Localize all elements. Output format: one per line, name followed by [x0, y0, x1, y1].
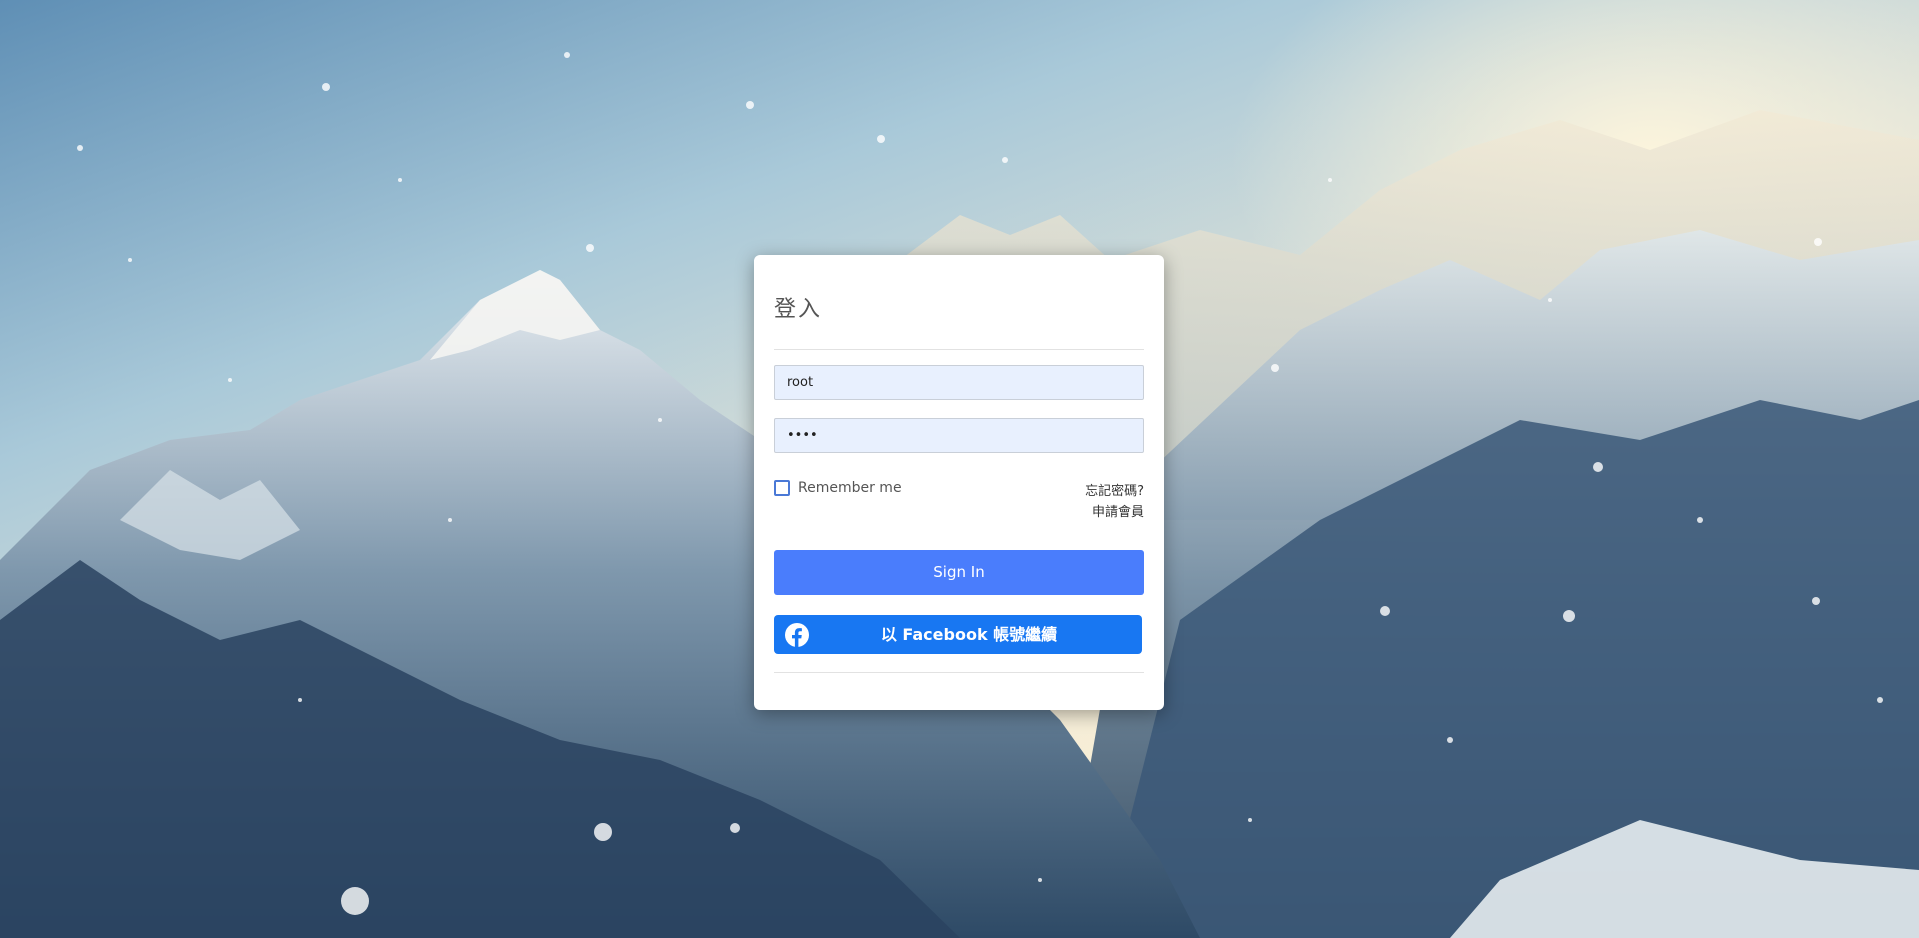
bottom-divider	[774, 672, 1144, 673]
username-input[interactable]: root	[774, 365, 1144, 400]
password-input[interactable]: ••••	[774, 418, 1144, 453]
register-link[interactable]: 申請會員	[1085, 502, 1144, 523]
remember-me-label[interactable]: Remember me	[798, 480, 902, 496]
facebook-login-button[interactable]: 以 Facebook 帳號繼續	[774, 615, 1142, 654]
page-title: 登入	[774, 297, 823, 322]
login-card: 登入 root •••• Remember me 忘記密碼? 申請會員 Sign…	[754, 255, 1164, 710]
title-divider	[774, 349, 1144, 350]
remember-me-control[interactable]: Remember me	[774, 480, 902, 496]
sign-in-button[interactable]: Sign In	[774, 550, 1144, 595]
facebook-login-label: 以 Facebook 帳號繼續	[880, 625, 1058, 644]
remember-me-checkbox[interactable]	[774, 480, 790, 496]
forgot-password-link[interactable]: 忘記密碼?	[1085, 481, 1144, 502]
account-links: 忘記密碼? 申請會員	[1085, 481, 1144, 523]
